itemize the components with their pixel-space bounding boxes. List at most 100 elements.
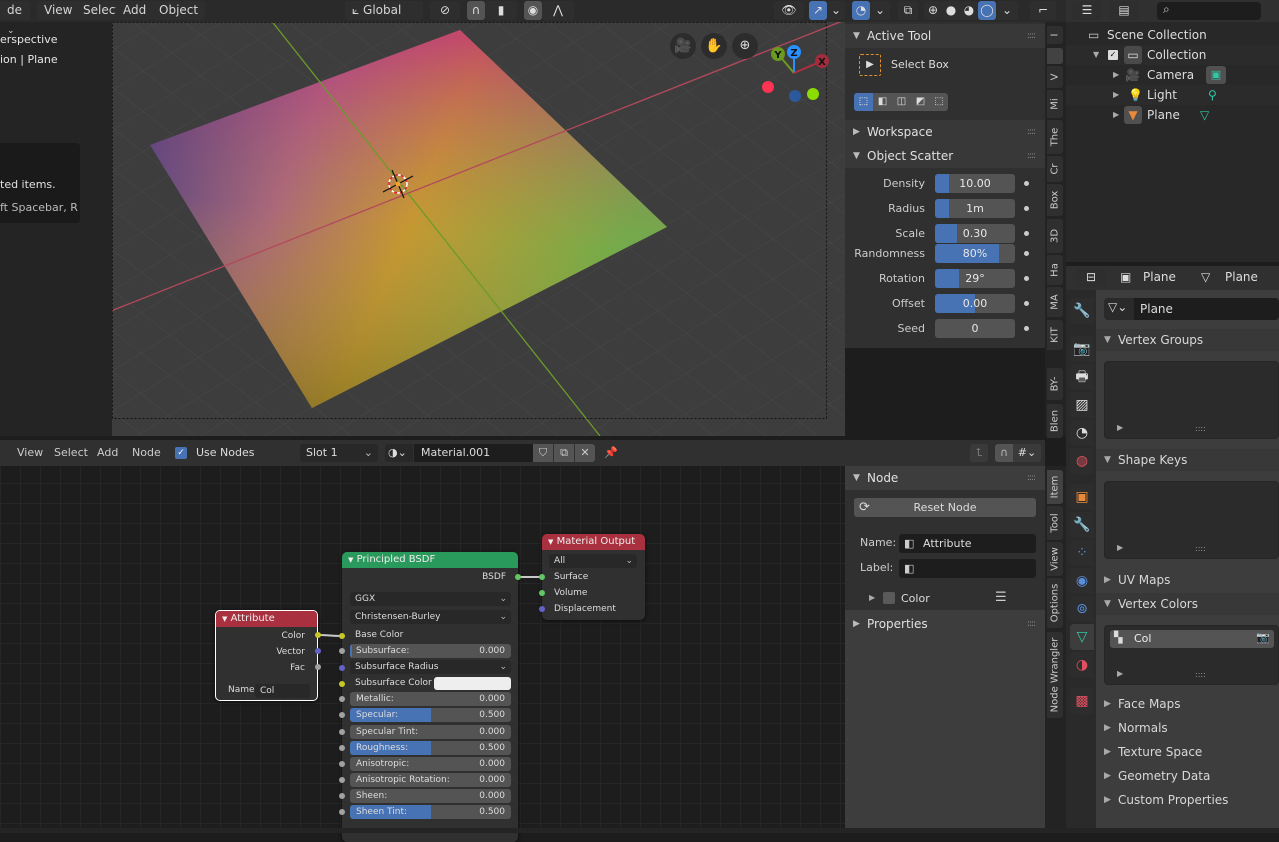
reset-node-button[interactable]: ⟳ Reset Node: [854, 498, 1036, 517]
prop-slider[interactable]: 0.30: [935, 224, 1015, 243]
socket-fac-out[interactable]: [315, 664, 321, 670]
pivot-point-dropdown[interactable]: ⊘: [430, 1, 460, 20]
expand-triangle-icon[interactable]: ▶: [1117, 423, 1123, 432]
sidebar-tab-by[interactable]: BY-: [1047, 368, 1063, 400]
socket-subsurface-radius-in[interactable]: [339, 665, 345, 671]
list-resize-grip-icon[interactable]: ::::: [1195, 424, 1206, 433]
prop-slider[interactable]: 29°: [935, 269, 1015, 288]
bsdf-field-roughness[interactable]: Roughness: 0.500: [350, 741, 511, 755]
active-render-camera-icon[interactable]: 📷: [1256, 631, 1270, 644]
prop-slider[interactable]: 0: [935, 319, 1015, 338]
editor-type-dropdown[interactable]: ⌐: [1030, 1, 1056, 20]
tab-modifiers[interactable]: 🔧: [1070, 512, 1094, 538]
overlay-toggle[interactable]: ◔: [852, 1, 870, 20]
expand-triangle-icon[interactable]: ▶: [869, 593, 875, 602]
slot-dropdown[interactable]: Slot 1 ⌄: [300, 444, 378, 462]
material-name-field[interactable]: Material.001: [414, 444, 533, 462]
orientation-gizmo[interactable]: Y Z X: [758, 40, 830, 106]
expand-triangle-icon[interactable]: ▶: [1117, 669, 1123, 678]
socket-input[interactable]: [339, 777, 345, 783]
keyframe-dot-icon[interactable]: [1024, 326, 1029, 331]
socket-displacement-in[interactable]: [539, 606, 545, 612]
sidebar-tab-ha[interactable]: Ha: [1047, 255, 1063, 285]
socket-color-out[interactable]: [315, 632, 321, 638]
keyframe-dot-icon[interactable]: [1024, 251, 1029, 256]
subsurface-method-dropdown[interactable]: Christensen-Burley ⌄: [350, 610, 511, 624]
snap-toggle[interactable]: ∩: [467, 1, 485, 20]
keyframe-dot-icon[interactable]: [1024, 231, 1029, 236]
menu-add[interactable]: Add: [116, 1, 154, 20]
snap-toggle[interactable]: ∩: [995, 444, 1013, 462]
shading-material[interactable]: ◕: [960, 1, 978, 20]
mode-invert-icon[interactable]: ◩: [911, 93, 930, 111]
tab-material[interactable]: ◑: [1070, 652, 1094, 678]
socket-input[interactable]: [339, 761, 345, 767]
bsdf-field-sheen-tint[interactable]: Sheen Tint: 0.500: [350, 805, 511, 819]
socket-input[interactable]: [339, 648, 345, 654]
section-normals[interactable]: ▶ Normals: [1096, 717, 1279, 739]
snap-element-dropdown[interactable]: #⌄: [1013, 444, 1041, 462]
camera-view-icon[interactable]: 🎥: [670, 33, 696, 59]
filter-dropdown[interactable]: ▤: [1109, 1, 1139, 20]
expand-triangle-icon[interactable]: ▶: [1117, 543, 1123, 552]
expand-triangle-icon[interactable]: ▶: [1113, 65, 1119, 85]
socket-input[interactable]: [339, 696, 345, 702]
outliner-item-plane[interactable]: ▶ ▼ Plane ▽: [1066, 105, 1279, 125]
prop-slider[interactable]: 1m: [935, 199, 1015, 218]
section-uv-maps[interactable]: ▶ UV Maps: [1096, 569, 1279, 591]
distribution-dropdown[interactable]: GGX ⌄: [350, 592, 511, 606]
subsurface-radius-dropdown[interactable]: Subsurface Radius ⌄: [350, 660, 511, 674]
tab-output[interactable]: 🖶: [1070, 364, 1094, 390]
section-custom-properties[interactable]: ▶ Custom Properties: [1096, 789, 1279, 811]
list-resize-grip-icon[interactable]: ::::: [1195, 544, 1206, 553]
tab-particles[interactable]: ⁘: [1070, 540, 1094, 566]
socket-input[interactable]: [339, 793, 345, 799]
xray-toggle[interactable]: ⧉: [898, 1, 918, 20]
properties-panel-header[interactable]: ▶ Properties::::: [845, 612, 1045, 636]
bsdf-field-specular[interactable]: Specular: 0.500: [350, 708, 511, 722]
drag-grip-icon[interactable]: ::::: [1027, 144, 1036, 168]
sidebar-tab-cr[interactable]: Cr: [1047, 156, 1063, 182]
socket-base-color-in[interactable]: [339, 633, 345, 639]
outliner-item-scene-collection[interactable]: ▭ Scene Collection: [1066, 25, 1279, 45]
tab-physics[interactable]: ◉: [1070, 568, 1094, 594]
tab-view-layer[interactable]: ▨: [1070, 392, 1094, 418]
sidebar-tab-v[interactable]: V: [1047, 66, 1063, 88]
drag-grip-icon[interactable]: ::::: [1027, 120, 1036, 144]
menu-view[interactable]: View: [17, 446, 43, 459]
3d-viewport[interactable]: erspective ion | Plane ted items. ft Spa…: [0, 0, 845, 436]
sidebar-tab-3d[interactable]: 3D: [1047, 219, 1063, 253]
object-visibility-dropdown[interactable]: 👁: [774, 1, 804, 20]
keyframe-dot-icon[interactable]: [1024, 206, 1029, 211]
section-face-maps[interactable]: ▶ Face Maps: [1096, 693, 1279, 715]
tab-scene[interactable]: ◔: [1070, 420, 1094, 446]
bsdf-field-anisotropic[interactable]: Anisotropic: 0.000: [350, 757, 511, 771]
mode-dropdown[interactable]: de ⌄: [0, 1, 30, 36]
tab-texture[interactable]: ▩: [1070, 688, 1094, 714]
parent-node-tree-button[interactable]: ⮤: [970, 444, 988, 462]
menu-node[interactable]: Node: [132, 446, 161, 459]
sidebar-tab-mi[interactable]: Mi: [1047, 90, 1063, 118]
tab-object[interactable]: ▣: [1070, 484, 1094, 510]
shape-keys-list[interactable]: ▶ ::::: [1104, 481, 1279, 559]
list-resize-grip-icon[interactable]: ::::: [1195, 670, 1206, 679]
node-sidebar-tab-options[interactable]: Options: [1047, 578, 1063, 628]
socket-vector-out[interactable]: [315, 648, 321, 654]
drag-grip-icon[interactable]: ::::: [1027, 466, 1036, 490]
sidebar-tab-blen[interactable]: Blen: [1047, 404, 1063, 438]
shading-rendered[interactable]: ◯: [978, 1, 996, 20]
checkbox-icon[interactable]: ✓: [1108, 50, 1118, 60]
subsurface-color-swatch[interactable]: [434, 677, 511, 690]
zoom-icon[interactable]: ⊕: [732, 33, 758, 59]
node-sidebar-tab-node-wrangler[interactable]: Node Wrangler: [1047, 632, 1063, 718]
keyframe-dot-icon[interactable]: [1024, 301, 1029, 306]
socket-bsdf-out[interactable]: [515, 574, 521, 580]
gizmo-toggle[interactable]: ↗: [809, 1, 827, 20]
bsdf-field-specular-tint[interactable]: Specular Tint: 0.000: [350, 725, 511, 739]
outliner-search-input[interactable]: ⌕: [1157, 2, 1261, 20]
section-vertex-colors[interactable]: ▼ Vertex Colors: [1096, 593, 1279, 615]
socket-input[interactable]: [339, 809, 345, 815]
vertex-colors-list[interactable]: ▚ Col 📷 ▶ ::::: [1104, 625, 1279, 685]
collapse-triangle-icon[interactable]: ▼: [1093, 45, 1099, 65]
sidebar-tab-blank[interactable]: [1047, 48, 1063, 64]
